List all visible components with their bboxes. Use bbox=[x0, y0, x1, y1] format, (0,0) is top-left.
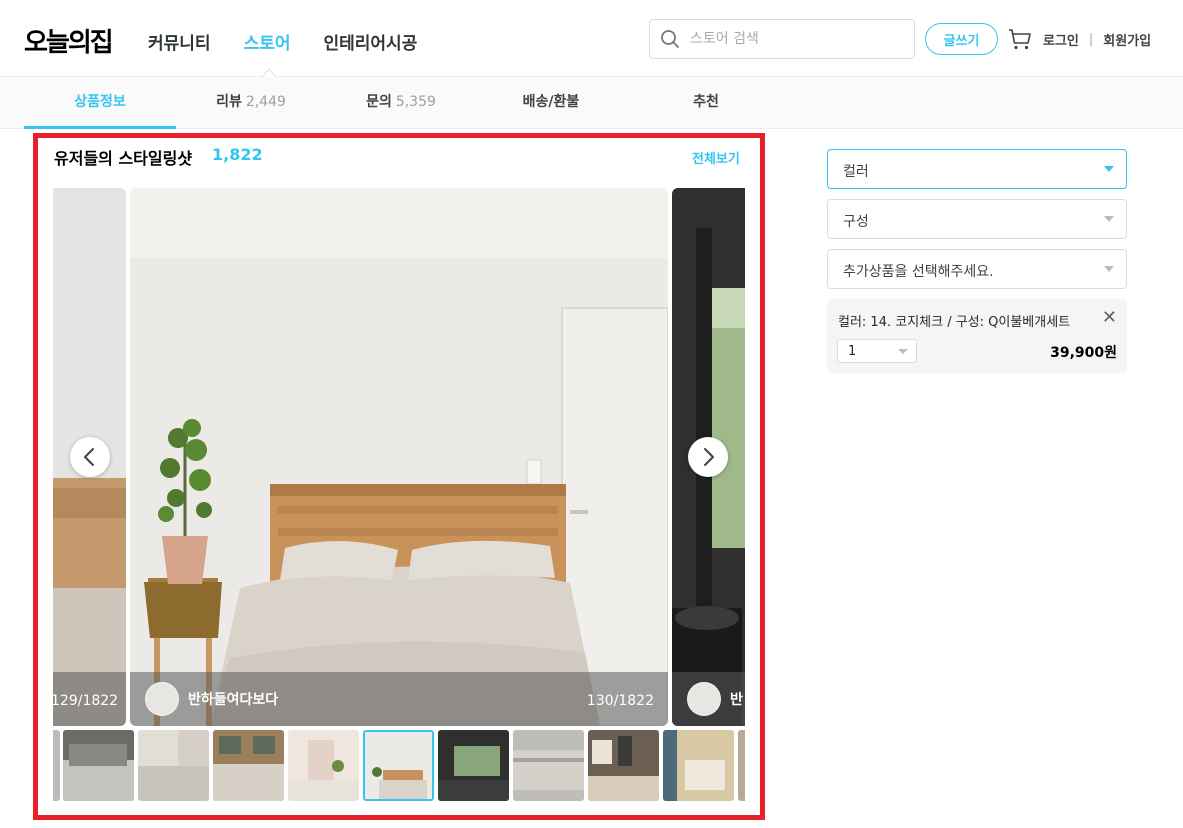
tab-label: 추천 bbox=[693, 94, 719, 110]
signup-link[interactable]: 회원가입 bbox=[1103, 30, 1151, 49]
slide-username: 반 bbox=[730, 692, 743, 708]
addon-select[interactable]: 추가상품을 선택해주세요. bbox=[827, 249, 1127, 289]
tab-shipping[interactable]: 배송/환불 bbox=[476, 77, 626, 129]
caret-down-icon bbox=[898, 349, 908, 354]
thumbnail[interactable] bbox=[738, 730, 745, 801]
tab-product-info[interactable]: 상품정보 bbox=[24, 77, 176, 129]
carousel-prev-button[interactable] bbox=[70, 437, 110, 477]
slide-counter: 129/1822 bbox=[53, 693, 119, 709]
search-icon bbox=[661, 30, 679, 48]
user-avatar bbox=[687, 682, 721, 716]
write-button[interactable]: 글쓰기 bbox=[925, 23, 998, 55]
color-select[interactable]: 컬러 bbox=[827, 149, 1127, 189]
slide-overlay: 반하들여다보다 130/1822 bbox=[130, 672, 668, 726]
thumbnail[interactable] bbox=[513, 730, 584, 801]
main-nav: 커뮤니티 스토어 인테리어시공 bbox=[148, 29, 417, 54]
tab-label: 배송/환불 bbox=[522, 94, 580, 110]
thumbnail-selected[interactable] bbox=[363, 730, 434, 801]
composition-select[interactable]: 구성 bbox=[827, 199, 1127, 239]
thumbnail[interactable] bbox=[588, 730, 659, 801]
thumbnail[interactable] bbox=[663, 730, 734, 801]
user-avatar bbox=[145, 682, 179, 716]
thumbnail[interactable] bbox=[288, 730, 359, 801]
thumbnail[interactable] bbox=[63, 730, 134, 801]
composition-select-label: 구성 bbox=[843, 214, 869, 230]
auth-links: 로그인 | 회원가입 bbox=[1043, 30, 1151, 49]
selected-option-text: 컬러: 14. 코지체크 / 구성: Q이불베개세트 bbox=[838, 315, 1071, 330]
tab-label: 상품정보 bbox=[74, 94, 126, 110]
header: 오늘의집 커뮤니티 스토어 인테리어시공 글쓰기 로그인 | 회원가입 bbox=[0, 0, 1183, 77]
thumbnail[interactable] bbox=[138, 730, 209, 801]
tab-recommend[interactable]: 추천 bbox=[626, 77, 786, 129]
nav-community[interactable]: 커뮤니티 bbox=[148, 29, 211, 54]
slide-username[interactable]: 반하들여다보다 bbox=[188, 689, 278, 709]
addon-select-label: 추가상품을 선택해주세요. bbox=[843, 264, 994, 280]
caret-down-icon bbox=[1104, 266, 1114, 272]
tab-questions[interactable]: 문의 5,359 bbox=[326, 77, 476, 129]
login-link[interactable]: 로그인 bbox=[1043, 30, 1079, 49]
chevron-right-icon bbox=[704, 448, 714, 466]
slide-overlay: 129/1822 bbox=[53, 672, 126, 726]
tab-label: 문의 bbox=[366, 94, 392, 110]
thumbnail[interactable] bbox=[213, 730, 284, 801]
styling-carousel[interactable]: 129/1822 반하들여다보다 130/1822 반 bbox=[53, 188, 745, 726]
search-input[interactable] bbox=[690, 20, 910, 58]
auth-divider: | bbox=[1088, 32, 1094, 47]
tab-count: 5,359 bbox=[395, 94, 436, 110]
slide-counter: 130/1822 bbox=[586, 693, 654, 709]
nav-store[interactable]: 스토어 bbox=[244, 29, 291, 54]
styling-count: 1,822 bbox=[212, 145, 263, 164]
tab-reviews[interactable]: 리뷰 2,449 bbox=[176, 77, 326, 129]
caret-down-icon bbox=[1104, 216, 1114, 222]
caret-down-icon bbox=[1104, 166, 1114, 172]
thumbnail-strip bbox=[53, 730, 745, 802]
slide-overlay: 반 bbox=[672, 672, 745, 726]
nav-interior[interactable]: 인테리어시공 bbox=[323, 29, 417, 54]
color-select-label: 컬러 bbox=[843, 164, 869, 180]
option-price: 39,900원 bbox=[1050, 345, 1117, 361]
close-icon[interactable]: ✕ bbox=[1102, 307, 1117, 328]
logo[interactable]: 오늘의집 bbox=[24, 22, 114, 59]
tab-count: 2,449 bbox=[245, 94, 286, 110]
chevron-left-icon bbox=[84, 448, 94, 466]
product-tabs: 상품정보 리뷰 2,449 문의 5,359 배송/환불 추천 bbox=[0, 77, 1183, 129]
nav-caret-icon bbox=[262, 68, 276, 77]
cart-icon[interactable] bbox=[1008, 27, 1032, 51]
slide-current-image bbox=[130, 188, 668, 726]
thumbnail[interactable] bbox=[53, 730, 60, 801]
view-all-link[interactable]: 전체보기 bbox=[692, 148, 740, 167]
thumbnail[interactable] bbox=[438, 730, 509, 801]
quantity-value: 1 bbox=[848, 344, 857, 359]
search-box[interactable] bbox=[649, 19, 915, 59]
slide-current[interactable]: 반하들여다보다 130/1822 bbox=[130, 188, 668, 726]
quantity-select[interactable]: 1 bbox=[837, 339, 917, 363]
styling-title: 유저들의 스타일링샷 bbox=[54, 149, 193, 168]
selected-option-card: 컬러: 14. 코지체크 / 구성: Q이불베개세트 ✕ 1 39,900원 bbox=[827, 299, 1127, 373]
carousel-next-button[interactable] bbox=[688, 437, 728, 477]
tab-label: 리뷰 bbox=[216, 94, 242, 110]
